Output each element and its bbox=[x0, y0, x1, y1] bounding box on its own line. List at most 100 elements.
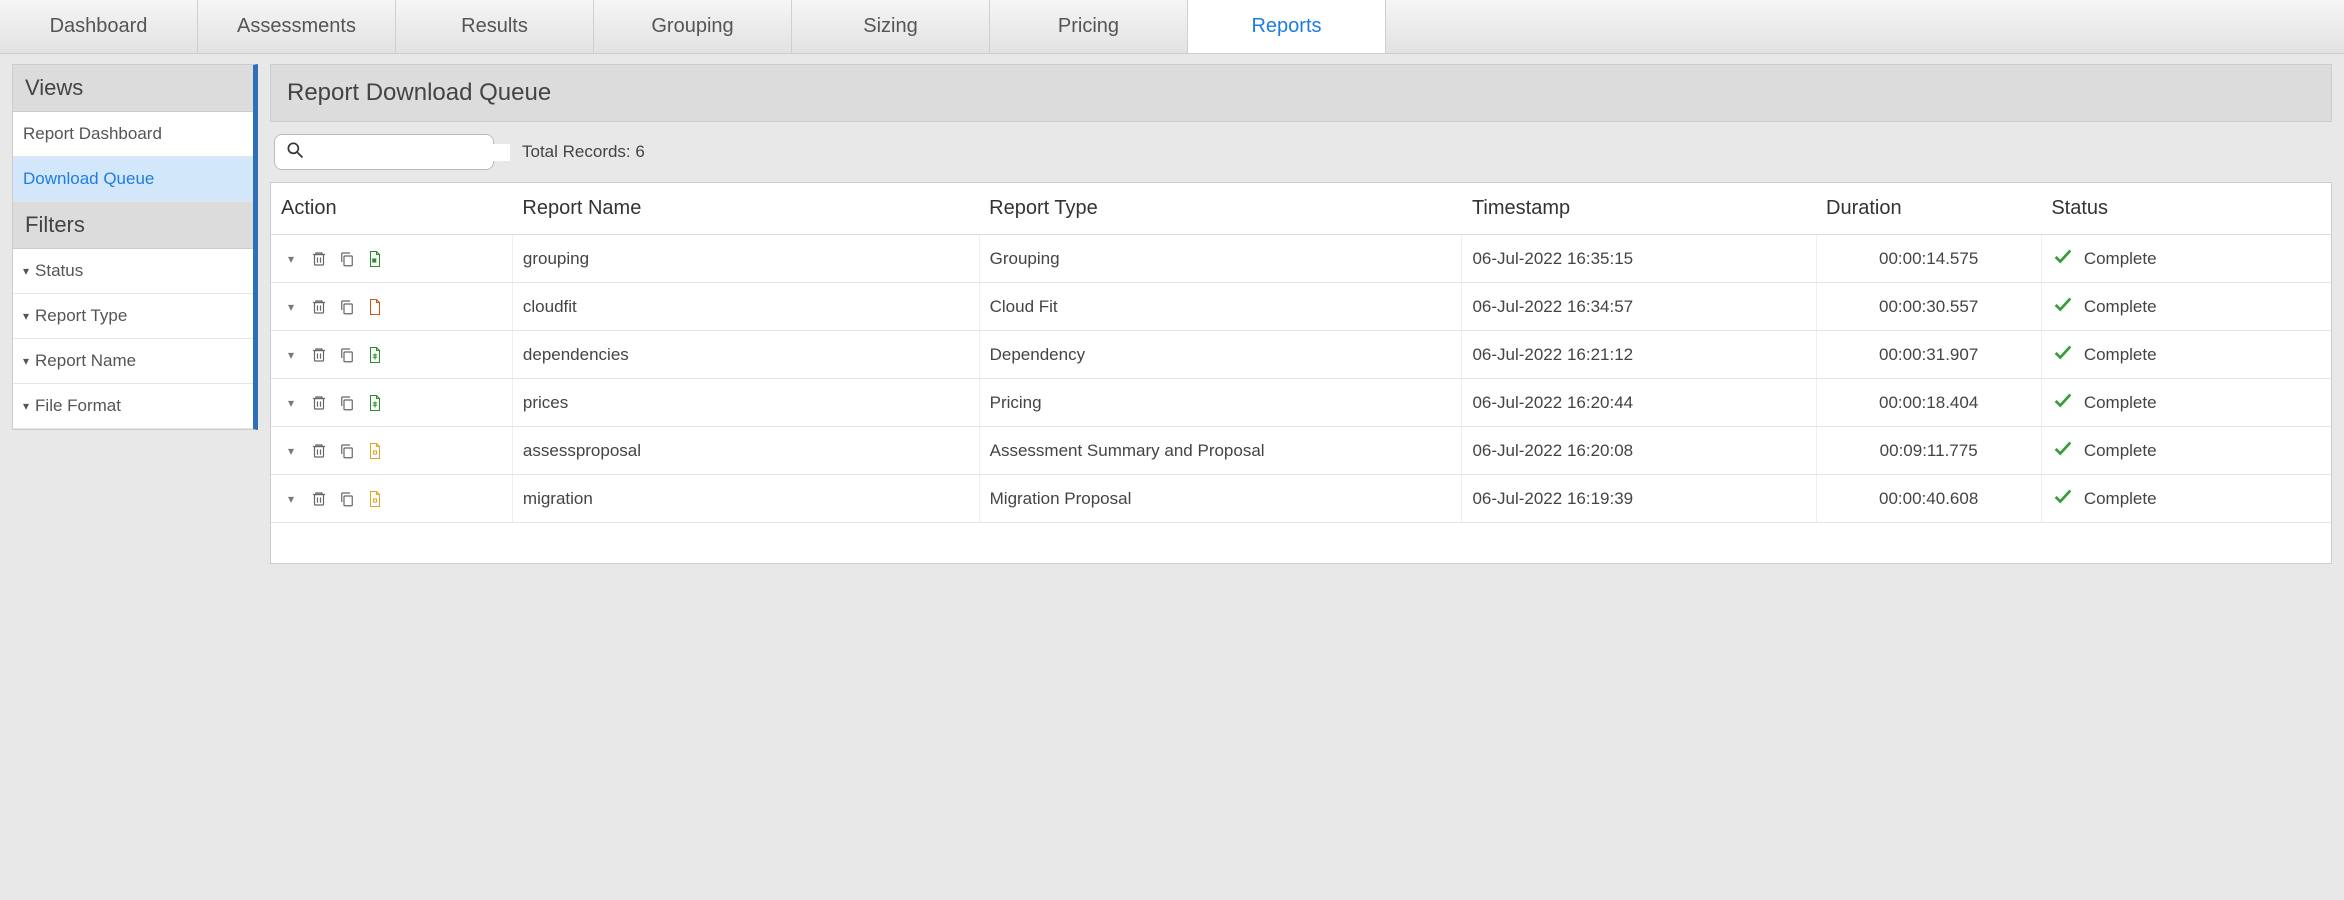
report-name-cell[interactable]: cloudfit bbox=[512, 283, 979, 331]
chevron-down-icon[interactable]: ▾ bbox=[281, 249, 301, 269]
delete-button[interactable] bbox=[309, 393, 329, 413]
report-type-cell: Migration Proposal bbox=[979, 475, 1462, 523]
status-cell: Complete bbox=[2041, 475, 2331, 523]
status-text: Complete bbox=[2084, 393, 2157, 413]
tab-pricing[interactable]: Pricing bbox=[990, 0, 1188, 53]
chevron-down-icon[interactable]: ▾ bbox=[281, 489, 301, 509]
duration-cell: 00:09:11.775 bbox=[1816, 427, 2041, 475]
table-row: ▾ dependenciesDependency06-Jul-2022 16:21… bbox=[271, 331, 2331, 379]
chevron-down-icon[interactable]: ▾ bbox=[281, 441, 301, 461]
file-type-icon bbox=[365, 345, 385, 365]
filter-label: Report Name bbox=[35, 351, 136, 371]
delete-button[interactable] bbox=[309, 345, 329, 365]
search-box[interactable] bbox=[274, 134, 494, 170]
filter-label: Status bbox=[35, 261, 83, 281]
filter-label: Report Type bbox=[35, 306, 127, 326]
delete-button[interactable] bbox=[309, 489, 329, 509]
timestamp-cell: 06-Jul-2022 16:35:15 bbox=[1462, 235, 1816, 283]
filter-status[interactable]: Status bbox=[13, 249, 253, 294]
tab-assessments[interactable]: Assessments bbox=[198, 0, 396, 53]
toolbar: Total Records: 6 bbox=[270, 134, 2332, 170]
content-area: Report Download Queue Total Records: 6 A… bbox=[270, 64, 2332, 564]
status-cell: Complete bbox=[2041, 379, 2331, 427]
filter-file-format[interactable]: File Format bbox=[13, 384, 253, 429]
svg-text:X: X bbox=[373, 258, 376, 263]
check-icon bbox=[2052, 389, 2074, 416]
column-header-status[interactable]: Status bbox=[2041, 183, 2331, 235]
status-cell: Complete bbox=[2041, 427, 2331, 475]
status-text: Complete bbox=[2084, 441, 2157, 461]
table-row: ▾ migrationMigration Proposal06-Jul-2022 … bbox=[271, 475, 2331, 523]
copy-button[interactable] bbox=[337, 489, 357, 509]
copy-button[interactable] bbox=[337, 441, 357, 461]
copy-button[interactable] bbox=[337, 393, 357, 413]
report-type-cell: Grouping bbox=[979, 235, 1462, 283]
duration-cell: 00:00:40.608 bbox=[1816, 475, 2041, 523]
column-header-timestamp[interactable]: Timestamp bbox=[1462, 183, 1816, 235]
check-icon bbox=[2052, 245, 2074, 272]
check-icon bbox=[2052, 341, 2074, 368]
file-type-icon bbox=[365, 297, 385, 317]
report-type-cell: Cloud Fit bbox=[979, 283, 1462, 331]
chevron-down-icon[interactable]: ▾ bbox=[281, 297, 301, 317]
timestamp-cell: 06-Jul-2022 16:20:44 bbox=[1462, 379, 1816, 427]
search-input[interactable] bbox=[311, 144, 510, 161]
report-type-cell: Assessment Summary and Proposal bbox=[979, 427, 1462, 475]
status-cell: Complete bbox=[2041, 235, 2331, 283]
report-type-cell: Dependency bbox=[979, 331, 1462, 379]
check-icon bbox=[2052, 293, 2074, 320]
status-text: Complete bbox=[2084, 489, 2157, 509]
delete-button[interactable] bbox=[309, 297, 329, 317]
duration-cell: 00:00:30.557 bbox=[1816, 283, 2041, 331]
filter-report-type[interactable]: Report Type bbox=[13, 294, 253, 339]
status-cell: Complete bbox=[2041, 331, 2331, 379]
timestamp-cell: 06-Jul-2022 16:20:08 bbox=[1462, 427, 1816, 475]
top-tabs: DashboardAssessmentsResultsGroupingSizin… bbox=[0, 0, 2344, 54]
column-header-duration[interactable]: Duration bbox=[1816, 183, 2041, 235]
delete-button[interactable] bbox=[309, 249, 329, 269]
views-header: Views bbox=[13, 65, 253, 112]
page-title: Report Download Queue bbox=[270, 64, 2332, 122]
file-type-icon bbox=[365, 441, 385, 461]
tab-sizing[interactable]: Sizing bbox=[792, 0, 990, 53]
filter-report-name[interactable]: Report Name bbox=[13, 339, 253, 384]
table-row: ▾ XgroupingGrouping06-Jul-2022 16:35:1500… bbox=[271, 235, 2331, 283]
tab-reports[interactable]: Reports bbox=[1188, 0, 1386, 53]
status-text: Complete bbox=[2084, 249, 2157, 269]
report-name-cell[interactable]: grouping bbox=[512, 235, 979, 283]
search-icon bbox=[285, 140, 305, 164]
delete-button[interactable] bbox=[309, 441, 329, 461]
tab-grouping[interactable]: Grouping bbox=[594, 0, 792, 53]
report-name-cell[interactable]: prices bbox=[512, 379, 979, 427]
tab-results[interactable]: Results bbox=[396, 0, 594, 53]
chevron-down-icon[interactable]: ▾ bbox=[281, 393, 301, 413]
status-text: Complete bbox=[2084, 297, 2157, 317]
tab-dashboard[interactable]: Dashboard bbox=[0, 0, 198, 53]
copy-button[interactable] bbox=[337, 345, 357, 365]
timestamp-cell: 06-Jul-2022 16:19:39 bbox=[1462, 475, 1816, 523]
file-type-icon bbox=[365, 489, 385, 509]
timestamp-cell: 06-Jul-2022 16:21:12 bbox=[1462, 331, 1816, 379]
column-header-action[interactable]: Action bbox=[271, 183, 512, 235]
sidebar: Views Report DashboardDownload Queue Fil… bbox=[12, 64, 258, 430]
column-header-report-type[interactable]: Report Type bbox=[979, 183, 1462, 235]
report-type-cell: Pricing bbox=[979, 379, 1462, 427]
check-icon bbox=[2052, 485, 2074, 512]
filters-header: Filters bbox=[13, 202, 253, 249]
report-name-cell[interactable]: migration bbox=[512, 475, 979, 523]
status-text: Complete bbox=[2084, 345, 2157, 365]
copy-button[interactable] bbox=[337, 297, 357, 317]
duration-cell: 00:00:14.575 bbox=[1816, 235, 2041, 283]
report-name-cell[interactable]: assessproposal bbox=[512, 427, 979, 475]
duration-cell: 00:00:31.907 bbox=[1816, 331, 2041, 379]
duration-cell: 00:00:18.404 bbox=[1816, 379, 2041, 427]
copy-button[interactable] bbox=[337, 249, 357, 269]
sidebar-item-download-queue[interactable]: Download Queue bbox=[13, 157, 253, 202]
sidebar-item-report-dashboard[interactable]: Report Dashboard bbox=[13, 112, 253, 157]
file-type-icon bbox=[365, 393, 385, 413]
filter-label: File Format bbox=[35, 396, 121, 416]
report-name-cell[interactable]: dependencies bbox=[512, 331, 979, 379]
chevron-down-icon[interactable]: ▾ bbox=[281, 345, 301, 365]
column-header-report-name[interactable]: Report Name bbox=[512, 183, 979, 235]
timestamp-cell: 06-Jul-2022 16:34:57 bbox=[1462, 283, 1816, 331]
